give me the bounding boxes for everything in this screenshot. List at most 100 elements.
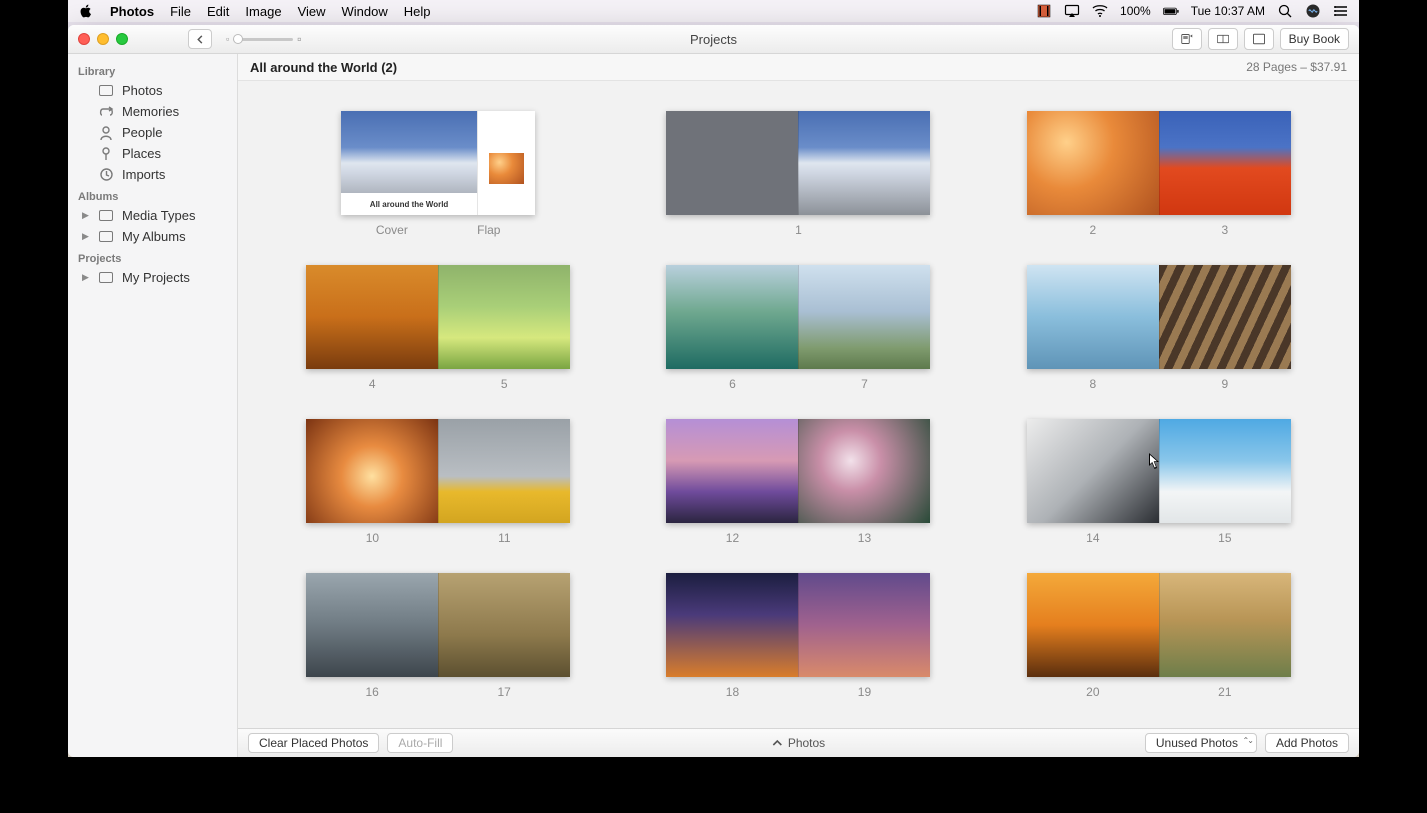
left-page[interactable] bbox=[1027, 265, 1159, 369]
left-page[interactable] bbox=[1027, 573, 1159, 677]
book-spread[interactable]: 23 bbox=[999, 111, 1319, 237]
siri-icon[interactable] bbox=[1305, 3, 1321, 19]
left-page[interactable] bbox=[666, 419, 798, 523]
clock-icon bbox=[98, 168, 114, 181]
notification-center-icon[interactable] bbox=[1333, 3, 1349, 19]
zoom-slider[interactable]: ▫ ▫ bbox=[226, 32, 301, 46]
sidebar-item-label: Places bbox=[122, 146, 161, 161]
left-page[interactable] bbox=[306, 573, 438, 677]
window-close-button[interactable] bbox=[78, 33, 90, 45]
menu-edit[interactable]: Edit bbox=[207, 4, 229, 19]
book-spread[interactable]: 89 bbox=[999, 265, 1319, 391]
spread-grid-scroll[interactable]: All around the WorldCoverFlap12345678910… bbox=[238, 81, 1359, 728]
left-page[interactable] bbox=[666, 265, 798, 369]
sidebar-item-my-projects[interactable]: ▶My Projects bbox=[68, 267, 237, 288]
square-icon bbox=[98, 85, 114, 96]
book-spread[interactable]: 1819 bbox=[638, 573, 958, 699]
buy-book-button[interactable]: Buy Book bbox=[1280, 28, 1349, 50]
sidebar-item-label: My Albums bbox=[122, 229, 186, 244]
right-page[interactable] bbox=[1159, 419, 1291, 523]
menu-window[interactable]: Window bbox=[342, 4, 388, 19]
right-page[interactable] bbox=[1159, 573, 1291, 677]
spread-labels: 1415 bbox=[1027, 531, 1291, 545]
photos-drawer-toggle[interactable]: Photos bbox=[772, 736, 825, 750]
spread-grid: All around the WorldCoverFlap12345678910… bbox=[278, 111, 1319, 699]
sidebar-item-imports[interactable]: Imports bbox=[68, 164, 237, 185]
left-page[interactable] bbox=[306, 419, 438, 523]
window-minimize-button[interactable] bbox=[97, 33, 109, 45]
person-icon bbox=[98, 126, 114, 140]
right-page[interactable] bbox=[1159, 111, 1291, 215]
book-spread[interactable]: 2021 bbox=[999, 573, 1319, 699]
spread-pages bbox=[1027, 111, 1291, 215]
left-page[interactable] bbox=[1027, 111, 1159, 215]
clear-placed-photos-button[interactable]: Clear Placed Photos bbox=[248, 733, 379, 753]
disclosure-triangle-icon[interactable]: ▶ bbox=[82, 231, 90, 242]
right-page[interactable] bbox=[798, 419, 930, 523]
cover-page[interactable]: All around the World bbox=[341, 111, 477, 215]
sidebar-item-places[interactable]: Places bbox=[68, 143, 237, 164]
photo-filter-select[interactable]: Unused Photos bbox=[1145, 733, 1257, 753]
sidebar-item-memories[interactable]: Memories bbox=[68, 101, 237, 122]
disclosure-triangle-icon[interactable]: ▶ bbox=[82, 210, 90, 221]
left-page[interactable] bbox=[306, 265, 438, 369]
sidebar-item-my-albums[interactable]: ▶ My Albums bbox=[68, 226, 237, 247]
left-page[interactable] bbox=[1027, 419, 1159, 523]
menubar-extra-icon[interactable] bbox=[1036, 3, 1052, 19]
airplay-icon[interactable] bbox=[1064, 3, 1080, 19]
layout-options-button[interactable] bbox=[1172, 28, 1202, 50]
page-label: 2 bbox=[1089, 223, 1096, 237]
right-page[interactable] bbox=[798, 573, 930, 677]
spotlight-icon[interactable] bbox=[1277, 3, 1293, 19]
book-spread[interactable]: 67 bbox=[638, 265, 958, 391]
right-page[interactable] bbox=[438, 419, 570, 523]
flap-page[interactable] bbox=[477, 111, 535, 215]
disclosure-triangle-icon[interactable]: ▶ bbox=[82, 272, 90, 283]
spread-labels: 89 bbox=[1027, 377, 1291, 391]
spread-pages bbox=[306, 419, 570, 523]
menu-image[interactable]: Image bbox=[245, 4, 281, 19]
page-label: 10 bbox=[366, 531, 379, 545]
left-page[interactable] bbox=[666, 573, 798, 677]
sidebar-item-media-types[interactable]: ▶Media Types bbox=[68, 205, 237, 226]
wifi-icon[interactable] bbox=[1092, 3, 1108, 19]
right-page[interactable] bbox=[798, 265, 930, 369]
sidebar-item-label: Photos bbox=[122, 83, 162, 98]
left-page[interactable] bbox=[666, 111, 798, 215]
sidebar-item-people[interactable]: People bbox=[68, 122, 237, 143]
spread-view-button[interactable] bbox=[1208, 28, 1238, 50]
book-spread[interactable]: 1415 bbox=[999, 419, 1319, 545]
menu-view[interactable]: View bbox=[298, 4, 326, 19]
book-spread[interactable]: 45 bbox=[278, 265, 598, 391]
window-zoom-button[interactable] bbox=[116, 33, 128, 45]
book-spread[interactable]: 1011 bbox=[278, 419, 598, 545]
book-spread[interactable]: 1617 bbox=[278, 573, 598, 699]
sidebar-item-photos[interactable]: Photos bbox=[68, 80, 237, 101]
menubar-clock[interactable]: Tue 10:37 AM bbox=[1191, 4, 1265, 18]
book-spread[interactable]: 1 bbox=[638, 111, 958, 237]
right-page[interactable] bbox=[438, 573, 570, 677]
battery-percent: 100% bbox=[1120, 4, 1151, 18]
page-view-button[interactable] bbox=[1244, 28, 1274, 50]
menu-file[interactable]: File bbox=[170, 4, 191, 19]
add-photos-button[interactable]: Add Photos bbox=[1265, 733, 1349, 753]
spread-labels: 1011 bbox=[306, 531, 570, 545]
book-spread[interactable]: 1213 bbox=[638, 419, 958, 545]
back-button[interactable] bbox=[188, 29, 212, 49]
main-content: All around the World (2) 28 Pages – $37.… bbox=[238, 54, 1359, 757]
page-label: 4 bbox=[369, 377, 376, 391]
spread-pages bbox=[1027, 265, 1291, 369]
app-menu[interactable]: Photos bbox=[110, 4, 154, 19]
page-label: 8 bbox=[1089, 377, 1096, 391]
apple-menu-icon[interactable] bbox=[78, 3, 94, 19]
auto-fill-button[interactable]: Auto-Fill bbox=[387, 733, 453, 753]
right-page[interactable] bbox=[438, 265, 570, 369]
battery-icon[interactable] bbox=[1163, 3, 1179, 19]
page-label: 9 bbox=[1221, 377, 1228, 391]
right-page[interactable] bbox=[798, 111, 930, 215]
menu-help[interactable]: Help bbox=[404, 4, 431, 19]
book-spread[interactable]: All around the WorldCoverFlap bbox=[278, 111, 598, 237]
page-label: 13 bbox=[858, 531, 871, 545]
spread-labels: 23 bbox=[1027, 223, 1291, 237]
right-page[interactable] bbox=[1159, 265, 1291, 369]
